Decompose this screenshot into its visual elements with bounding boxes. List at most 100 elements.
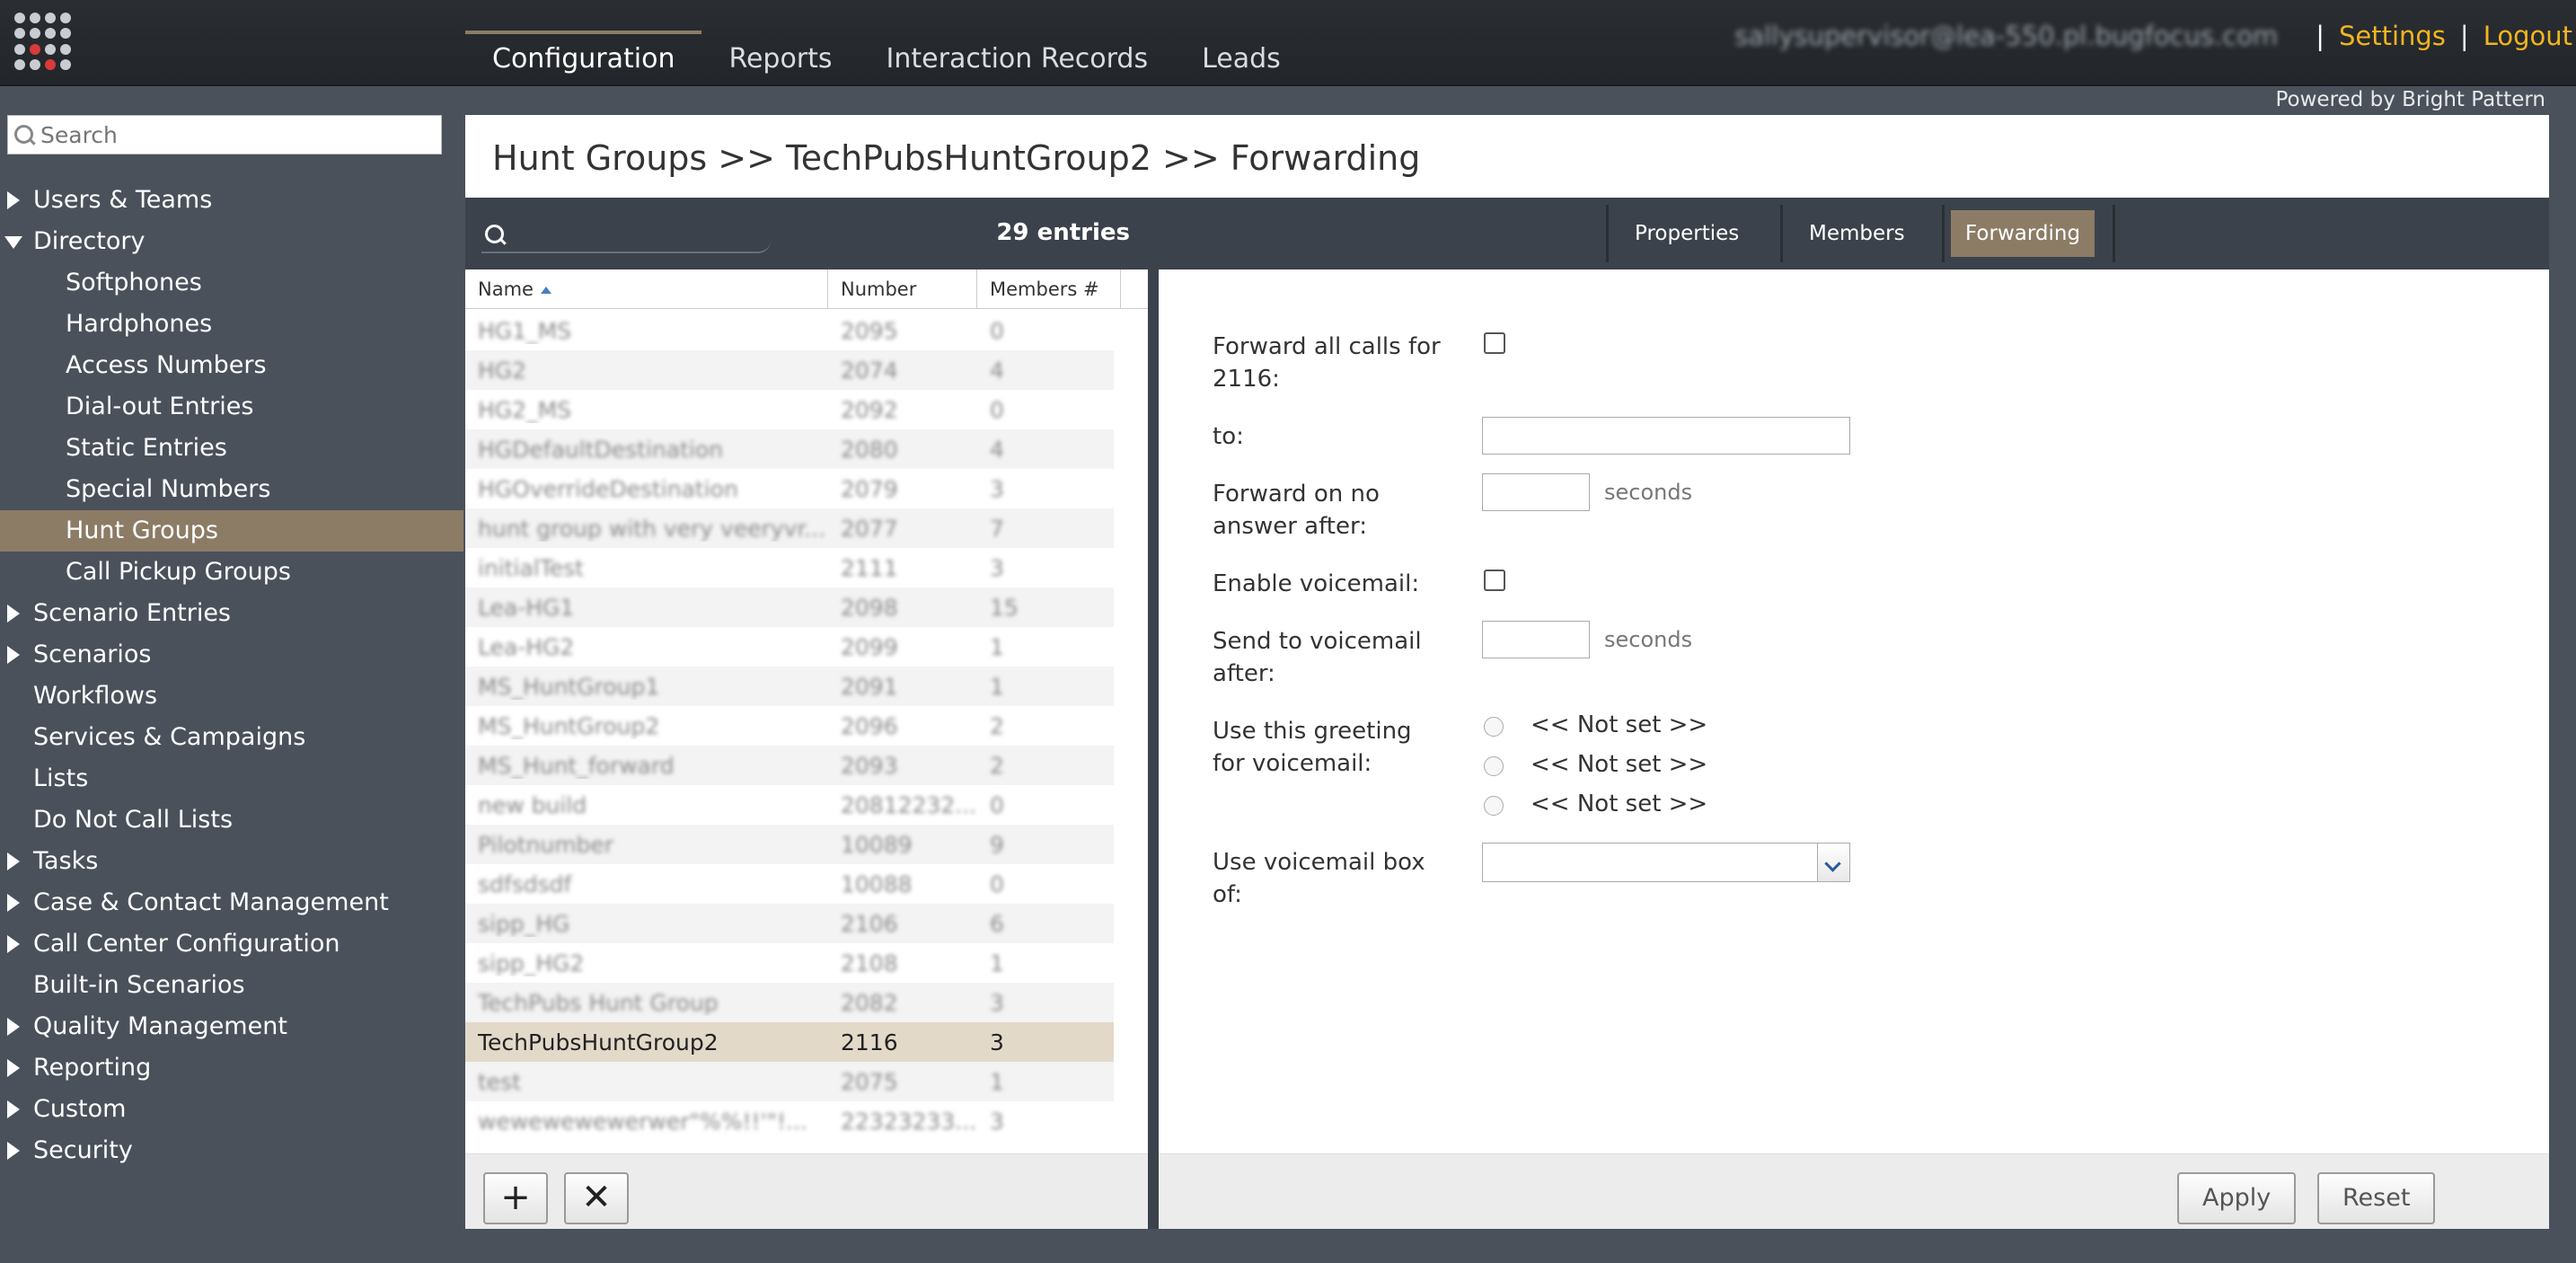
- table-row[interactable]: MS_HuntGroup1 2091 1: [465, 667, 1114, 706]
- list-search-input[interactable]: [481, 210, 771, 253]
- sidebar-item-static-entries[interactable]: Static Entries: [0, 428, 463, 469]
- cell-name: MS_HuntGroup2: [478, 712, 660, 739]
- table-row[interactable]: HG1_MS 2095 0: [465, 311, 1114, 350]
- nav-leads[interactable]: Leads: [1175, 31, 1308, 86]
- cell-members: 1: [990, 633, 1004, 660]
- sidebar-item-services-campaigns[interactable]: Services & Campaigns: [0, 717, 463, 758]
- nav-interaction-records[interactable]: Interaction Records: [860, 31, 1176, 86]
- column-members[interactable]: Members #: [977, 269, 1121, 309]
- collapsed-arrow-icon[interactable]: [7, 1059, 20, 1077]
- sidebar-item-label: Call Pickup Groups: [66, 558, 291, 586]
- table-row[interactable]: sipp_HG 2106 6: [465, 904, 1114, 943]
- table-row[interactable]: initialTest 2111 3: [465, 548, 1114, 587]
- sidebar-item-do-not-call-lists[interactable]: Do Not Call Lists: [0, 799, 463, 841]
- sidebar-search-input[interactable]: [40, 121, 436, 148]
- voicemail-box-label: Use voicemail box of:: [1213, 849, 1425, 908]
- table-header: Name Number Members #: [465, 269, 1148, 309]
- sidebar-item-label: Special Numbers: [66, 475, 271, 503]
- table-row[interactable]: wewewewewerwer"%%!!'"!... 22323233... 3: [465, 1101, 1114, 1141]
- chevron-down-icon[interactable]: [1817, 843, 1849, 881]
- add-button[interactable]: +: [483, 1172, 548, 1224]
- table-row[interactable]: Pilotnumber 10089 9: [465, 825, 1114, 864]
- table-row[interactable]: HG2_MS 2092 0: [465, 390, 1114, 429]
- sidebar-item-reporting[interactable]: Reporting: [0, 1047, 463, 1089]
- sidebar-item-tasks[interactable]: Tasks: [0, 841, 463, 882]
- list-footer: + ✕: [465, 1153, 1148, 1229]
- table-row[interactable]: MS_HuntGroup2 2096 2: [465, 706, 1114, 746]
- sidebar-item-lists[interactable]: Lists: [0, 758, 463, 799]
- no-answer-seconds-input[interactable]: [1482, 473, 1590, 511]
- nav-reports[interactable]: Reports: [701, 31, 859, 86]
- apply-button[interactable]: Apply: [2177, 1172, 2297, 1224]
- sidebar-item-users-teams[interactable]: Users & Teams: [0, 180, 463, 221]
- sidebar-item-workflows[interactable]: Workflows: [0, 676, 463, 717]
- table-row[interactable]: TechPubs Hunt Group 2082 3: [465, 983, 1114, 1022]
- table-row[interactable]: sdfsdsdf 10088 0: [465, 864, 1114, 904]
- collapsed-arrow-icon[interactable]: [7, 605, 20, 623]
- greeting-radio-1[interactable]: [1484, 717, 1504, 737]
- collapsed-arrow-icon[interactable]: [7, 1142, 20, 1160]
- tab-forwarding[interactable]: Forwarding: [1951, 210, 2095, 257]
- sidebar-item-label: Case & Contact Management: [33, 888, 389, 916]
- app-grid-icon[interactable]: [14, 13, 72, 70]
- sidebar-item-label: Dial-out Entries: [66, 393, 254, 420]
- greeting-radio-2[interactable]: [1484, 756, 1504, 776]
- sidebar-item-custom[interactable]: Custom: [0, 1089, 463, 1130]
- table-row[interactable]: sipp_HG2 2108 1: [465, 943, 1114, 983]
- voicemail-checkbox[interactable]: [1484, 570, 1505, 591]
- collapsed-arrow-icon[interactable]: [7, 1100, 20, 1118]
- collapsed-arrow-icon[interactable]: [7, 894, 20, 912]
- tab-properties[interactable]: Properties: [1620, 210, 1753, 257]
- table-row[interactable]: test 2075 1: [465, 1062, 1114, 1101]
- sidebar-item-quality-management[interactable]: Quality Management: [0, 1006, 463, 1047]
- tab-members[interactable]: Members: [1795, 210, 1919, 257]
- reset-button[interactable]: Reset: [2317, 1172, 2436, 1224]
- table-row[interactable]: MS_Hunt_forward 2093 2: [465, 746, 1114, 785]
- table-row[interactable]: HGDefaultDestination 2080 4: [465, 429, 1114, 469]
- voicemail-box-select[interactable]: [1482, 843, 1850, 882]
- forward-all-checkbox[interactable]: [1484, 332, 1505, 354]
- table-row[interactable]: TechPubsHuntGroup2 2116 3: [465, 1022, 1114, 1062]
- cell-name: HG2: [478, 357, 527, 384]
- sidebar-item-directory[interactable]: Directory: [0, 221, 463, 262]
- sidebar-item-access-numbers[interactable]: Access Numbers: [0, 345, 463, 386]
- collapsed-arrow-icon[interactable]: [7, 935, 20, 953]
- table-row[interactable]: Lea-HG2 2099 1: [465, 627, 1114, 667]
- expanded-arrow-icon[interactable]: [4, 236, 22, 249]
- sidebar-item-case-contact-management[interactable]: Case & Contact Management: [0, 882, 463, 923]
- delete-button[interactable]: ✕: [564, 1172, 629, 1224]
- table-row[interactable]: new build 20812232... 0: [465, 785, 1114, 825]
- sidebar-item-dial-out-entries[interactable]: Dial-out Entries: [0, 386, 463, 428]
- sidebar-item-security[interactable]: Security: [0, 1130, 463, 1171]
- sidebar-item-hardphones[interactable]: Hardphones: [0, 304, 463, 345]
- sidebar-item-scenario-entries[interactable]: Scenario Entries: [0, 593, 463, 634]
- list-header: 29 entries: [465, 198, 1148, 269]
- table-row[interactable]: HG2 2074 4: [465, 350, 1114, 390]
- cell-number: 2116: [841, 1029, 898, 1055]
- collapsed-arrow-icon[interactable]: [7, 1018, 20, 1036]
- collapsed-arrow-icon[interactable]: [7, 646, 20, 664]
- table-row[interactable]: Lea-HG1 2098 15: [465, 587, 1114, 627]
- nav-configuration[interactable]: Configuration: [465, 31, 702, 86]
- panel-splitter[interactable]: [1148, 198, 1159, 1229]
- sidebar-item-softphones[interactable]: Softphones: [0, 262, 463, 304]
- logout-link[interactable]: Logout: [2483, 21, 2572, 51]
- forward-to-input[interactable]: [1482, 417, 1850, 455]
- table-row[interactable]: HGOverrideDestination 2079 3: [465, 469, 1114, 508]
- table-row[interactable]: hunt group with very veeryvr... 2077 7: [465, 508, 1114, 548]
- cell-name: test: [478, 1068, 522, 1095]
- greeting-radio-3[interactable]: [1484, 796, 1504, 816]
- sidebar-item-call-center-configuration[interactable]: Call Center Configuration: [0, 923, 463, 965]
- sidebar-item-label: Directory: [33, 227, 146, 255]
- sidebar-item-scenarios[interactable]: Scenarios: [0, 634, 463, 676]
- column-name[interactable]: Name: [465, 269, 828, 309]
- sidebar-item-built-in-scenarios[interactable]: Built-in Scenarios: [0, 965, 463, 1006]
- sidebar-item-hunt-groups[interactable]: Hunt Groups: [0, 510, 463, 552]
- settings-link[interactable]: Settings: [2339, 21, 2446, 51]
- sidebar-item-call-pickup-groups[interactable]: Call Pickup Groups: [0, 552, 463, 593]
- collapsed-arrow-icon[interactable]: [7, 191, 20, 209]
- column-number[interactable]: Number: [828, 269, 977, 309]
- collapsed-arrow-icon[interactable]: [7, 852, 20, 870]
- sidebar-item-special-numbers[interactable]: Special Numbers: [0, 469, 463, 510]
- send-voicemail-seconds-input[interactable]: [1482, 621, 1590, 658]
